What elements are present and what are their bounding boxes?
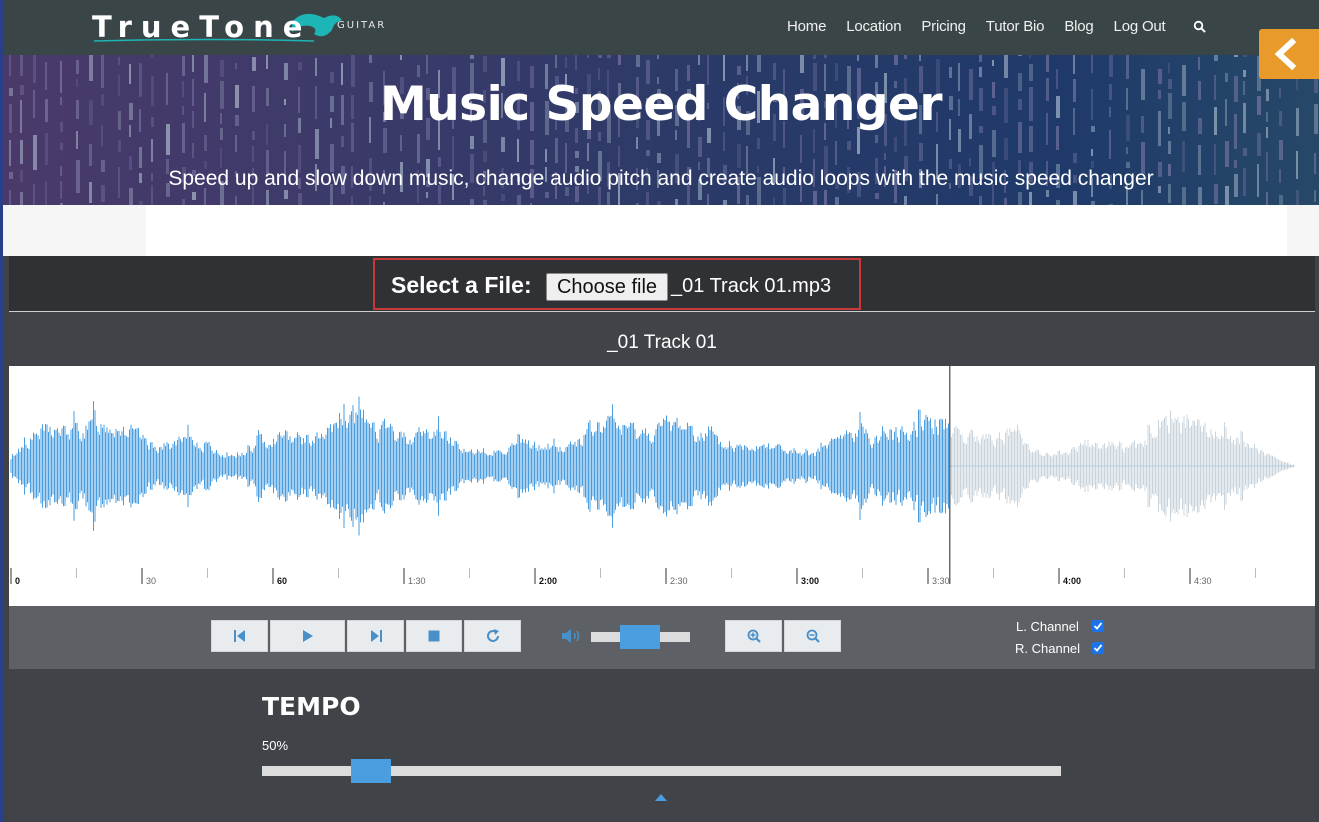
tempo-marker-caret	[655, 794, 667, 801]
play-button[interactable]	[270, 620, 345, 652]
content-spacer	[3, 205, 1319, 256]
checkmark-icon	[1093, 622, 1103, 630]
hero-banner: Music Speed Changer Speed up and slow do…	[3, 55, 1319, 205]
skip-back-icon	[233, 630, 245, 642]
file-select-box: Select a File: Choose file _01 Track 01.…	[373, 258, 861, 310]
waveform-display[interactable]: 0 30 60 1:30 2:00 2:30 3:00 3:30 4:00 4:30	[9, 366, 1315, 606]
waveform[interactable]: 0 30 60 1:30 2:00 2:30 3:00 3:30 4:00 4:30	[9, 366, 1315, 606]
choose-file-button[interactable]: Choose file	[546, 273, 668, 301]
loop-button[interactable]	[464, 620, 521, 652]
timeline-label: 2:30	[670, 576, 688, 586]
page-title: Music Speed Changer	[379, 77, 943, 132]
nav-location[interactable]: Location	[846, 18, 901, 35]
page-subtitle: Speed up and slow down music, change aud…	[168, 167, 1154, 190]
skip-forward-icon	[370, 630, 382, 642]
nav-tutor-bio[interactable]: Tutor Bio	[986, 18, 1045, 35]
timeline-label: 2:00	[539, 576, 557, 586]
spacer-left	[3, 205, 146, 256]
checkmark-icon	[1093, 644, 1103, 652]
tempo-value: 50%	[262, 738, 289, 753]
volume-slider-thumb[interactable]	[620, 625, 660, 649]
logo-subtext: GUITAR	[337, 20, 387, 31]
zoom-out-button[interactable]	[784, 620, 841, 652]
timeline-label: 3:30	[932, 576, 950, 586]
timeline-label: 60	[277, 576, 287, 586]
tempo-heading: TEMPO	[262, 692, 361, 721]
right-channel-label: R. Channel	[1015, 641, 1081, 656]
file-select-row: Select a File: Choose file _01 Track 01.…	[9, 256, 1315, 312]
timeline-label: 30	[146, 576, 156, 586]
spacer-right	[1287, 205, 1319, 256]
logo-wordmark: TrueTone	[92, 10, 312, 44]
back-button[interactable]	[1259, 29, 1319, 79]
timeline-label: 3:00	[801, 576, 819, 586]
timeline-label: 4:00	[1063, 576, 1081, 586]
left-channel-checkbox[interactable]	[1092, 620, 1104, 632]
timeline-label: 4:30	[1194, 576, 1212, 586]
right-channel-checkbox[interactable]	[1092, 642, 1104, 654]
skip-forward-button[interactable]	[347, 620, 404, 652]
nav-log-out[interactable]: Log Out	[1114, 18, 1166, 35]
skip-back-button[interactable]	[211, 620, 268, 652]
loop-icon	[486, 629, 499, 642]
zoom-in-button[interactable]	[725, 620, 782, 652]
stop-icon	[428, 630, 440, 642]
zoom-out-icon	[806, 629, 820, 643]
selected-file-name: _01 Track 01.mp3	[671, 275, 832, 297]
tempo-slider-thumb[interactable]	[351, 759, 391, 783]
nav-blog[interactable]: Blog	[1064, 18, 1093, 35]
page-left-edge	[0, 0, 3, 822]
stop-button[interactable]	[406, 620, 462, 652]
chevron-left-icon	[1274, 37, 1297, 71]
nav-pricing[interactable]: Pricing	[921, 18, 966, 35]
player-controls: L. Channel R. Channel	[9, 606, 1315, 669]
timeline-label: 1:30	[408, 576, 426, 586]
nav-home[interactable]: Home	[787, 18, 826, 35]
track-title: _01 Track 01	[607, 332, 717, 353]
nav-links: Home Location Pricing Tutor Bio Blog Log…	[787, 18, 1186, 35]
file-select-label: Select a File:	[391, 272, 532, 298]
play-icon	[302, 630, 313, 642]
search-icon[interactable]	[1193, 20, 1207, 34]
left-channel-label: L. Channel	[1016, 619, 1079, 634]
speed-changer-app: Select a File: Choose file _01 Track 01.…	[9, 256, 1315, 822]
volume-icon[interactable]	[562, 628, 582, 644]
timeline-label: 0	[15, 576, 20, 586]
zoom-in-icon	[747, 629, 761, 643]
top-navigation: TrueTone GUITAR Home Location Pricing Tu…	[0, 0, 1319, 55]
